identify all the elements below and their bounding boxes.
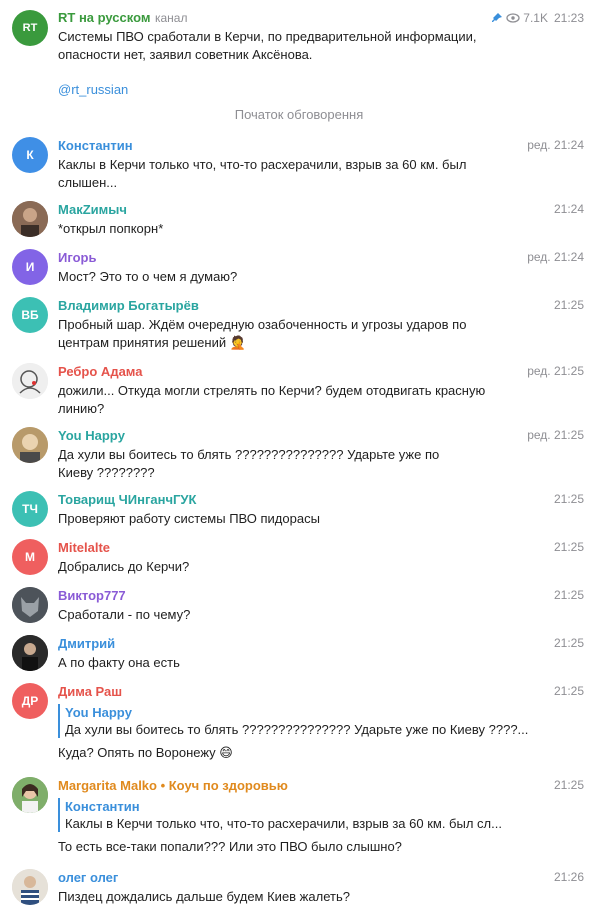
person-photo-icon [12, 777, 48, 813]
avatar[interactable]: К [12, 137, 48, 173]
timestamp: 21:25 [553, 684, 584, 698]
avatar[interactable]: M [12, 539, 48, 575]
channel-link[interactable]: @rt_russian [58, 81, 584, 98]
reply-author: Константин [65, 799, 140, 814]
message-text: То есть все-таки попали??? Или это ПВО б… [58, 839, 402, 854]
avatar[interactable]: ВБ [12, 297, 48, 333]
author-name[interactable]: Mitelalte [58, 540, 110, 555]
view-count: 7.1K [523, 11, 548, 25]
avatar[interactable] [12, 427, 48, 463]
message-text: Мост? Это то о чем я думаю? [58, 269, 238, 284]
discussion-start-divider: Початок обговорення [234, 107, 364, 122]
channel-avatar[interactable]: RT [12, 10, 48, 46]
author-name[interactable]: МакZимыч [58, 202, 127, 217]
person-photo-icon [12, 635, 48, 671]
message-text: *открыл попкорн* [58, 221, 164, 236]
message-text: Пробный шар. Ждём очередную озабоченност… [58, 317, 467, 332]
message-text: Каклы в Керчи только что, что-то расхера… [58, 157, 467, 172]
reply-quote[interactable]: Константин Каклы в Керчи только что, что… [58, 798, 584, 832]
person-photo-icon [12, 869, 48, 905]
reply-author: You Happy [65, 705, 132, 720]
avatar[interactable]: ТЧ [12, 491, 48, 527]
author-name[interactable]: Ребро Адама [58, 364, 142, 379]
author-name[interactable]: Владимир Богатырёв [58, 298, 199, 313]
avatar[interactable]: И [12, 249, 48, 285]
message-text: центрам принятия решений 🤦 [58, 335, 246, 350]
timestamp: 21:25 [553, 540, 584, 554]
eye-icon [506, 13, 520, 23]
person-photo-icon [12, 427, 48, 463]
message-text: слышен... [58, 175, 118, 190]
message-text: линию? [58, 401, 105, 416]
author-name[interactable]: Дмитрий [58, 636, 115, 651]
timestamp: ред. 21:25 [527, 364, 584, 378]
rt-logo-text: RT [22, 22, 38, 34]
message-text: Да хули вы боитесь то блять ????????????… [58, 447, 440, 462]
message-text: А по факту она есть [58, 655, 180, 670]
message-text: Проверяют работу системы ПВО пидорасы [58, 511, 320, 526]
channel-name[interactable]: RT на русском [58, 10, 151, 25]
timestamp: 21:26 [553, 870, 584, 884]
author-name[interactable]: Константин [58, 138, 133, 153]
reply-quote[interactable]: You Happy Да хули вы боитесь то блять ??… [58, 704, 584, 738]
author-name[interactable]: Товарищ ЧИнганчГУК [58, 492, 196, 507]
author-name[interactable]: олег олег [58, 870, 118, 885]
message-text: Сработали - по чему? [58, 607, 191, 622]
author-name[interactable]: Игорь [58, 250, 96, 265]
timestamp: 21:25 [553, 588, 584, 602]
message-text: Пиздец дождались дальше будем Киев жалет… [58, 889, 350, 904]
avatar[interactable] [12, 777, 48, 813]
wolf-photo-icon [12, 587, 48, 623]
message-text: дожили... Откуда могли стрелять по Керчи… [58, 383, 486, 398]
channel-text-line2: опасности нет, заявил советник Аксёнова. [58, 47, 313, 62]
author-name[interactable]: You Happy [58, 428, 125, 443]
author-name[interactable]: Виктор777 [58, 588, 126, 603]
avatar[interactable] [12, 587, 48, 623]
author-name[interactable]: Дима Раш [58, 684, 122, 699]
timestamp: ред. 21:24 [527, 250, 584, 264]
timestamp: 21:25 [553, 778, 584, 792]
pin-icon [492, 13, 503, 22]
timestamp: 21:25 [553, 492, 584, 506]
timestamp: ред. 21:25 [527, 428, 584, 442]
timestamp: ред. 21:24 [527, 138, 584, 152]
message-text: Добрались до Керчи? [58, 559, 190, 574]
author-name[interactable]: Margarita Malko • Коуч по здоровью [58, 778, 288, 793]
avatar[interactable] [12, 201, 48, 237]
avatar[interactable] [12, 869, 48, 905]
channel-time: 21:23 [553, 11, 584, 25]
timestamp: 21:25 [553, 636, 584, 650]
avatar[interactable]: ДР [12, 683, 48, 719]
timestamp: 21:24 [553, 202, 584, 216]
reply-text: Да хули вы боитесь то блять ????????????… [65, 722, 529, 737]
channel-meta: 7.1K 21:23 [491, 11, 584, 25]
avatar[interactable] [12, 363, 48, 399]
person-photo-icon [12, 201, 48, 237]
avatar[interactable] [12, 635, 48, 671]
timestamp: 21:25 [553, 298, 584, 312]
sketch-portrait-icon [12, 363, 48, 399]
reply-text: Каклы в Керчи только что, что-то расхера… [65, 816, 502, 831]
channel-text-line1: Системы ПВО сработали в Керчи, по предва… [58, 29, 477, 44]
message-text: Куда? Опять по Воронежу 😄 [58, 745, 233, 760]
channel-tag: канал [154, 11, 188, 25]
message-text: Киеву ???????? [58, 465, 155, 480]
